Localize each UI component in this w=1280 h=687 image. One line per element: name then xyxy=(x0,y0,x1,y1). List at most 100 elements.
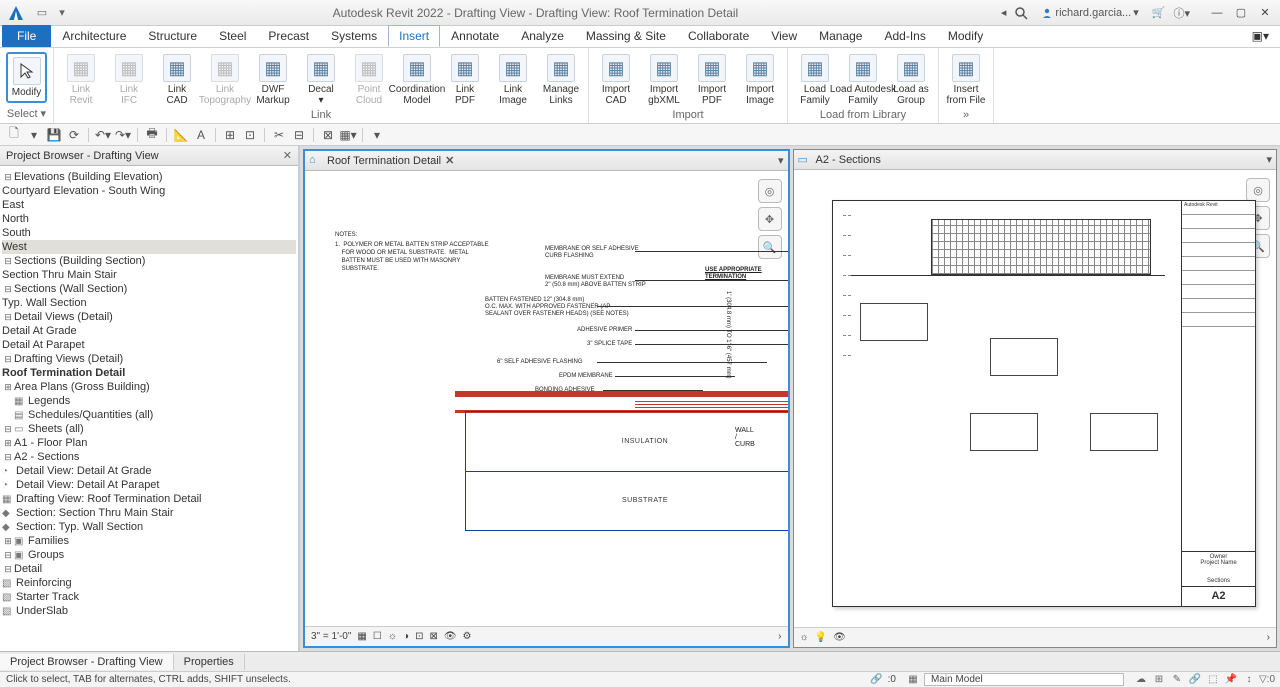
model-group-icon[interactable]: ▦ xyxy=(906,673,920,687)
tab-properties[interactable]: Properties xyxy=(174,654,245,670)
view-menu-icon[interactable]: ▾ xyxy=(778,154,784,167)
tree-a1[interactable]: A1 - Floor Plan xyxy=(14,437,87,449)
tree-detail-group[interactable]: Detail xyxy=(14,563,42,575)
select-pinned-icon[interactable]: 📌 xyxy=(1224,673,1238,687)
nav-wheel-icon[interactable]: ◎ xyxy=(758,179,782,203)
design-options-icon[interactable]: ⊞ xyxy=(1152,673,1166,687)
qb-align-icon[interactable]: A xyxy=(193,127,209,143)
qat-open-icon[interactable]: ▭ xyxy=(34,5,50,21)
insert-from-file-button[interactable]: ▦Insert from File xyxy=(945,52,987,108)
user-menu[interactable]: richard.garcia... ▾ xyxy=(1036,4,1143,21)
tree-sheets[interactable]: Sheets (all) xyxy=(28,423,84,435)
tree-item[interactable]: Typ. Wall Section xyxy=(2,297,87,309)
import-gbxml-button[interactable]: ▦Import gbXML xyxy=(643,52,685,108)
view-sheet-a2[interactable]: ▭ A2 - Sections ▾ ◎ ✥ 🔍 xyxy=(793,149,1278,648)
qat-dropdown-icon[interactable]: ▾ xyxy=(54,5,70,21)
tree-drafting-views[interactable]: Drafting Views (Detail) xyxy=(14,353,123,365)
select-toggle-icon[interactable]: 🔗 xyxy=(870,673,884,687)
browser-header[interactable]: Project Browser - Drafting View ✕ xyxy=(0,146,298,166)
editable-icon[interactable]: ✎ xyxy=(1170,673,1184,687)
cart-icon[interactable]: 🛒 xyxy=(1152,6,1166,19)
tab-modify[interactable]: Modify xyxy=(937,25,994,47)
tree-item-selected[interactable]: West xyxy=(2,241,27,253)
import-image-button[interactable]: ▦Import Image xyxy=(739,52,781,108)
qb-text-icon[interactable]: ⊡ xyxy=(242,127,258,143)
view-menu-icon[interactable]: ▾ xyxy=(1266,153,1272,166)
modify-button[interactable]: Modify xyxy=(6,52,47,103)
nav-wheel-icon[interactable]: ◎ xyxy=(1246,178,1270,202)
tree-detail-item[interactable]: Starter Track xyxy=(16,591,79,603)
maximize-button[interactable]: ▢ xyxy=(1230,4,1252,22)
tab-file[interactable]: File xyxy=(2,25,51,47)
tree-a2-item[interactable]: Section: Typ. Wall Section xyxy=(16,521,143,533)
hide-icon[interactable]: 👁 xyxy=(444,631,457,642)
qb-open-icon[interactable]: ▾ xyxy=(26,127,42,143)
nav-pan-icon[interactable]: ✥ xyxy=(758,207,782,231)
tree-item[interactable]: South xyxy=(2,227,31,239)
tree-detail-item[interactable]: UnderSlab xyxy=(16,605,68,617)
link-image-button[interactable]: ▦Link Image xyxy=(492,52,534,108)
qb-print-icon[interactable]: 🖶 xyxy=(144,127,160,143)
qb-sync-icon[interactable]: ⟳ xyxy=(66,127,82,143)
dwf-markup-button[interactable]: ▦DWF Markup xyxy=(252,52,294,108)
drag-icon[interactable]: ↕ xyxy=(1242,673,1256,687)
shadow-icon[interactable]: 💡 xyxy=(815,632,827,643)
select-links-icon[interactable]: 🔗 xyxy=(1188,673,1202,687)
tree-a2-item[interactable]: Drafting View: Roof Termination Detail xyxy=(16,493,201,505)
ribbon-collapse-icon[interactable]: ▣▾ xyxy=(1241,25,1280,47)
tree-item[interactable]: Detail At Parapet xyxy=(2,339,85,351)
tree-schedules[interactable]: Schedules/Quantities (all) xyxy=(28,409,153,421)
tree-a2[interactable]: A2 - Sections xyxy=(14,451,79,463)
link-cad-button[interactable]: ▦Link CAD xyxy=(156,52,198,108)
qb-more-icon[interactable]: ▾ xyxy=(369,127,385,143)
crop-region-icon[interactable]: ⊠ xyxy=(429,631,437,642)
tree-a2-item[interactable]: Detail View: Detail At Grade xyxy=(16,465,152,477)
tree-item[interactable]: Detail At Grade xyxy=(2,325,77,337)
qb-new-icon[interactable]: 🗋 xyxy=(6,127,22,143)
tab-architecture[interactable]: Architecture xyxy=(51,25,137,47)
manage-links-button[interactable]: ▦Manage Links xyxy=(540,52,582,108)
tree-sections-wall[interactable]: Sections (Wall Section) xyxy=(14,283,127,295)
tab-view[interactable]: View xyxy=(760,25,808,47)
select-underlay-icon[interactable]: ⬚ xyxy=(1206,673,1220,687)
tab-structure[interactable]: Structure xyxy=(137,25,208,47)
search-icon[interactable] xyxy=(1014,6,1028,20)
shadow-icon[interactable]: ◑ xyxy=(403,631,409,642)
tab-project-browser[interactable]: Project Browser - Drafting View xyxy=(0,654,174,670)
tree-item[interactable]: Section Thru Main Stair xyxy=(2,269,117,281)
view-home-icon[interactable]: ⌂ xyxy=(309,154,323,168)
hide-icon[interactable]: 👁 xyxy=(833,632,846,643)
tab-manage[interactable]: Manage xyxy=(808,25,873,47)
tree-elevations[interactable]: Elevations (Building Elevation) xyxy=(14,171,163,183)
qb-close-icon[interactable]: ⊠ xyxy=(320,127,336,143)
tab-massing[interactable]: Massing & Site xyxy=(575,25,677,47)
tab-systems[interactable]: Systems xyxy=(320,25,388,47)
tree-a2-item[interactable]: Detail View: Detail At Parapet xyxy=(16,479,159,491)
coord-model-button[interactable]: ▦Coordination Model xyxy=(396,52,438,108)
sunpath-icon[interactable]: ☼ xyxy=(800,632,809,643)
load-autodesk-button[interactable]: ▦Load Autodesk Family xyxy=(842,52,884,108)
scroll-right-icon[interactable]: › xyxy=(1267,632,1270,643)
close-button[interactable]: ✕ xyxy=(1254,4,1276,22)
minimize-button[interactable]: — xyxy=(1206,4,1228,22)
tab-steel[interactable]: Steel xyxy=(208,25,257,47)
tree-item-active[interactable]: Roof Termination Detail xyxy=(2,367,125,379)
qb-dim-icon[interactable]: ⊞ xyxy=(222,127,238,143)
tree-sections-bld[interactable]: Sections (Building Section) xyxy=(14,255,145,267)
nav-zoom-icon[interactable]: 🔍 xyxy=(758,235,782,259)
select-group-label[interactable]: Select ▾ xyxy=(6,106,47,121)
scale-label[interactable]: 3" = 1'-0" xyxy=(311,631,351,642)
crop-icon[interactable]: ⊡ xyxy=(415,631,423,642)
tree-item[interactable]: East xyxy=(2,199,24,211)
qb-undo-icon[interactable]: ↶▾ xyxy=(95,127,111,143)
reveal-icon[interactable]: ⚙ xyxy=(463,631,472,642)
qb-redo-icon[interactable]: ↷▾ xyxy=(115,127,131,143)
tab-addins[interactable]: Add-Ins xyxy=(873,25,936,47)
tab-insert[interactable]: Insert xyxy=(388,25,440,47)
view-close-icon[interactable]: ✕ xyxy=(445,154,454,167)
tree-item[interactable]: Courtyard Elevation - South Wing xyxy=(2,185,165,197)
qb-section-icon[interactable]: ✂ xyxy=(271,127,287,143)
tree-detail-views[interactable]: Detail Views (Detail) xyxy=(14,311,113,323)
filter-icon[interactable]: ▽:0 xyxy=(1260,673,1274,687)
sheet-canvas[interactable]: ◎ ✥ 🔍 Autodesk Revit xyxy=(794,170,1277,627)
